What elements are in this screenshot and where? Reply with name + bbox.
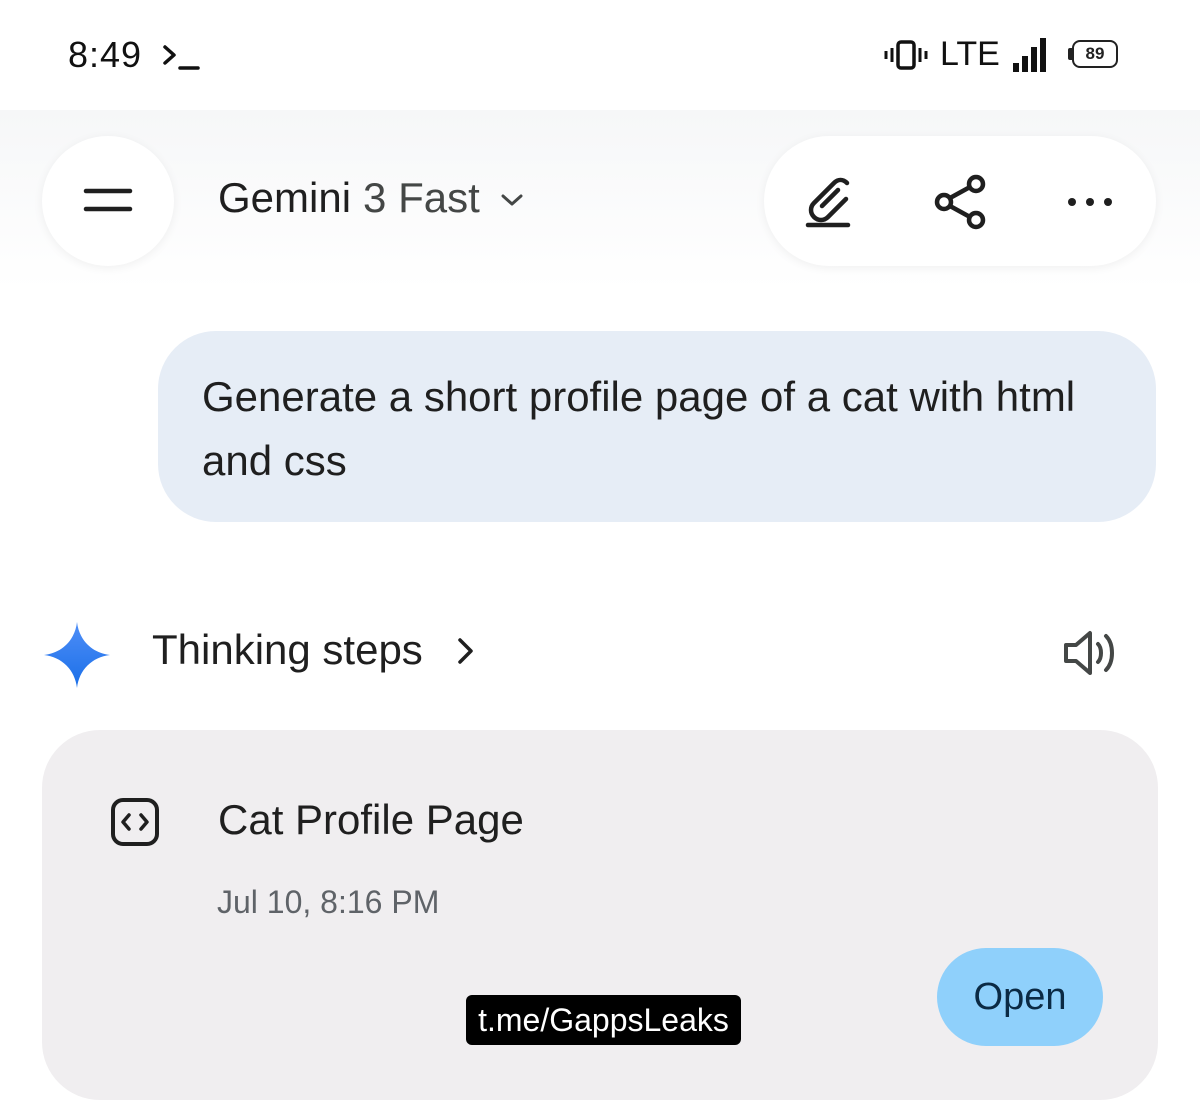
code-icon: [111, 798, 159, 846]
chevron-right-icon: [458, 638, 473, 664]
thinking-steps-label: Thinking steps: [152, 626, 423, 673]
menu-button[interactable]: [42, 136, 174, 266]
header-actions: [764, 136, 1156, 266]
chevron-down-icon: [501, 194, 523, 206]
network-type: LTE: [940, 35, 1000, 73]
status-bar: 8:49 LTE 89: [0, 0, 1200, 110]
artifact-date: Jul 10, 8:16 PM: [217, 884, 440, 920]
share-icon[interactable]: [932, 174, 988, 230]
battery-level: 89: [1072, 40, 1118, 68]
speaker-icon[interactable]: [1062, 628, 1118, 678]
watermark-label: t.me/GappsLeaks: [466, 995, 741, 1045]
user-message-bubble: Generate a short profile page of a cat w…: [158, 331, 1156, 522]
thinking-steps-toggle[interactable]: Thinking steps: [152, 626, 475, 674]
more-icon[interactable]: [1062, 174, 1118, 230]
vibrate-icon: [884, 40, 928, 70]
app-screen: 8:49 LTE 89 Gemini 3 Fast Generate a sho…: [0, 0, 1200, 1116]
artifact-title: Cat Profile Page: [218, 796, 524, 843]
terminal-icon: [163, 45, 200, 70]
model-selector[interactable]: Gemini 3 Fast: [218, 174, 524, 222]
app-title: Gemini: [218, 174, 352, 221]
status-time: 8:49: [68, 34, 143, 75]
open-button[interactable]: Open: [937, 948, 1103, 1046]
gemini-sparkle-icon: [44, 622, 110, 688]
model-name: 3 Fast: [363, 174, 480, 221]
battery-icon: 89: [1068, 40, 1120, 70]
menu-icon: [83, 188, 133, 212]
signal-icon: [1013, 38, 1046, 72]
edit-icon[interactable]: [800, 174, 856, 230]
